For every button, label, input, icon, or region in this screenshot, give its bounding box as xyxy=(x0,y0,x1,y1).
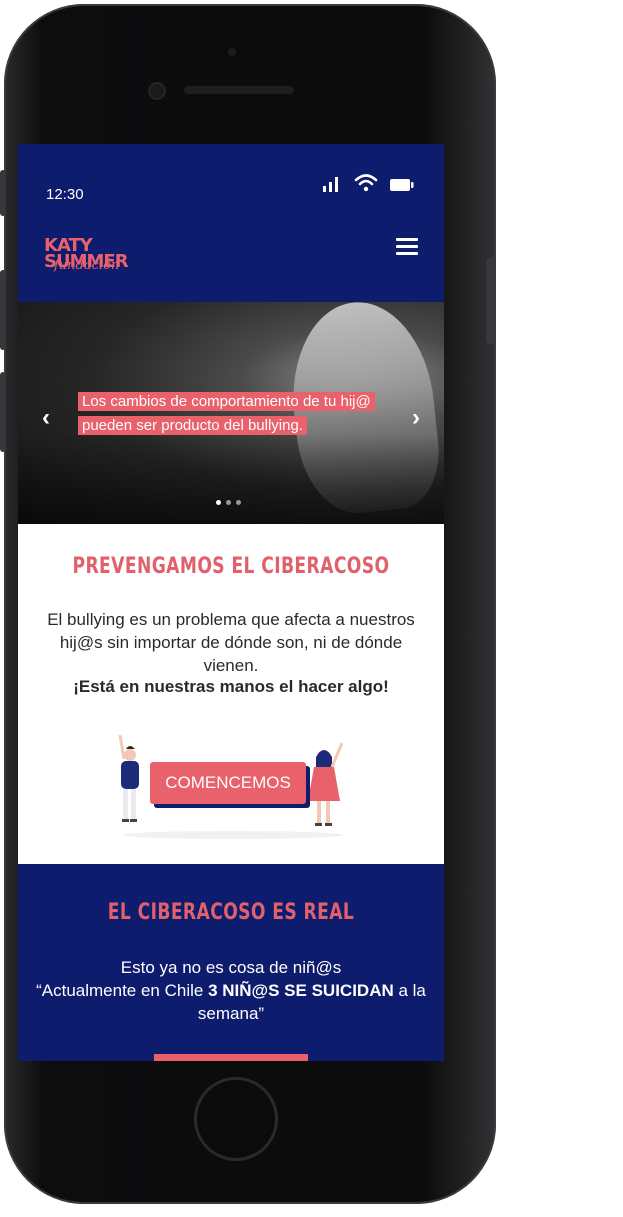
status-icons xyxy=(322,174,414,192)
chevron-right-icon[interactable]: › xyxy=(412,404,420,432)
hero-caption-text: Los cambios de comportamiento de tu hij@… xyxy=(78,392,375,435)
carousel-dot[interactable] xyxy=(226,500,231,505)
prevent-section: PREVENGAMOS EL CIBERACOSO El bullying es… xyxy=(18,524,444,864)
logo-script: fundación xyxy=(54,258,120,273)
earpiece-speaker xyxy=(184,86,294,94)
phone-mute-switch xyxy=(0,170,6,216)
phone-screen: 12:30 KATY SUMMER fundación ‹ › Los camb… xyxy=(18,144,444,1061)
phone-sensor xyxy=(228,48,236,56)
real-quote-bold: 3 NIÑ@S SE SUICIDAN xyxy=(208,981,394,1000)
status-bar: 12:30 xyxy=(18,144,444,206)
status-time: 12:30 xyxy=(46,186,84,203)
real-text: Esto ya no es cosa de niñ@s “Actualmente… xyxy=(36,956,426,1025)
real-title: EL CIBERACOSO ES REAL xyxy=(107,900,355,925)
carousel-dot[interactable] xyxy=(216,500,221,505)
carousel-indicators xyxy=(216,500,241,505)
phone-volume-up xyxy=(0,270,6,350)
prevent-text: El bullying es un problema que afecta a … xyxy=(47,610,415,675)
prevent-emphasis: ¡Está en nuestras manos el hacer algo! xyxy=(73,677,389,696)
brand-logo[interactable]: KATY SUMMER fundación xyxy=(44,236,129,273)
top-navigation: KATY SUMMER fundación xyxy=(18,206,444,302)
real-section: EL CIBERACOSO ES REAL Esto ya no es cosa… xyxy=(18,864,444,1061)
phone-volume-down xyxy=(0,372,6,452)
carousel-dot[interactable] xyxy=(236,500,241,505)
phone-side-button xyxy=(486,258,496,344)
front-camera xyxy=(150,84,164,98)
hamburger-menu-icon[interactable] xyxy=(396,238,418,256)
home-button[interactable] xyxy=(197,1080,275,1158)
real-quote: “Actualmente en Chile 3 NIÑ@S SE SUICIDA… xyxy=(36,979,426,1025)
wifi-icon xyxy=(354,174,378,192)
prevent-title: PREVENGAMOS EL CIBERACOSO xyxy=(72,554,390,579)
signal-icon xyxy=(323,177,338,192)
hero-carousel: ‹ › Los cambios de comportamiento de tu … xyxy=(18,302,444,524)
battery-icon xyxy=(390,179,414,191)
start-button[interactable]: COMENCEMOS xyxy=(150,762,306,804)
real-quote-start: “Actualmente en Chile xyxy=(36,981,209,1000)
chevron-left-icon[interactable]: ‹ xyxy=(42,404,50,432)
hero-caption: Los cambios de comportamiento de tu hij@… xyxy=(78,390,398,438)
cta-button-partial[interactable] xyxy=(154,1054,308,1061)
real-line-1: Esto ya no es cosa de niñ@s xyxy=(120,958,342,977)
